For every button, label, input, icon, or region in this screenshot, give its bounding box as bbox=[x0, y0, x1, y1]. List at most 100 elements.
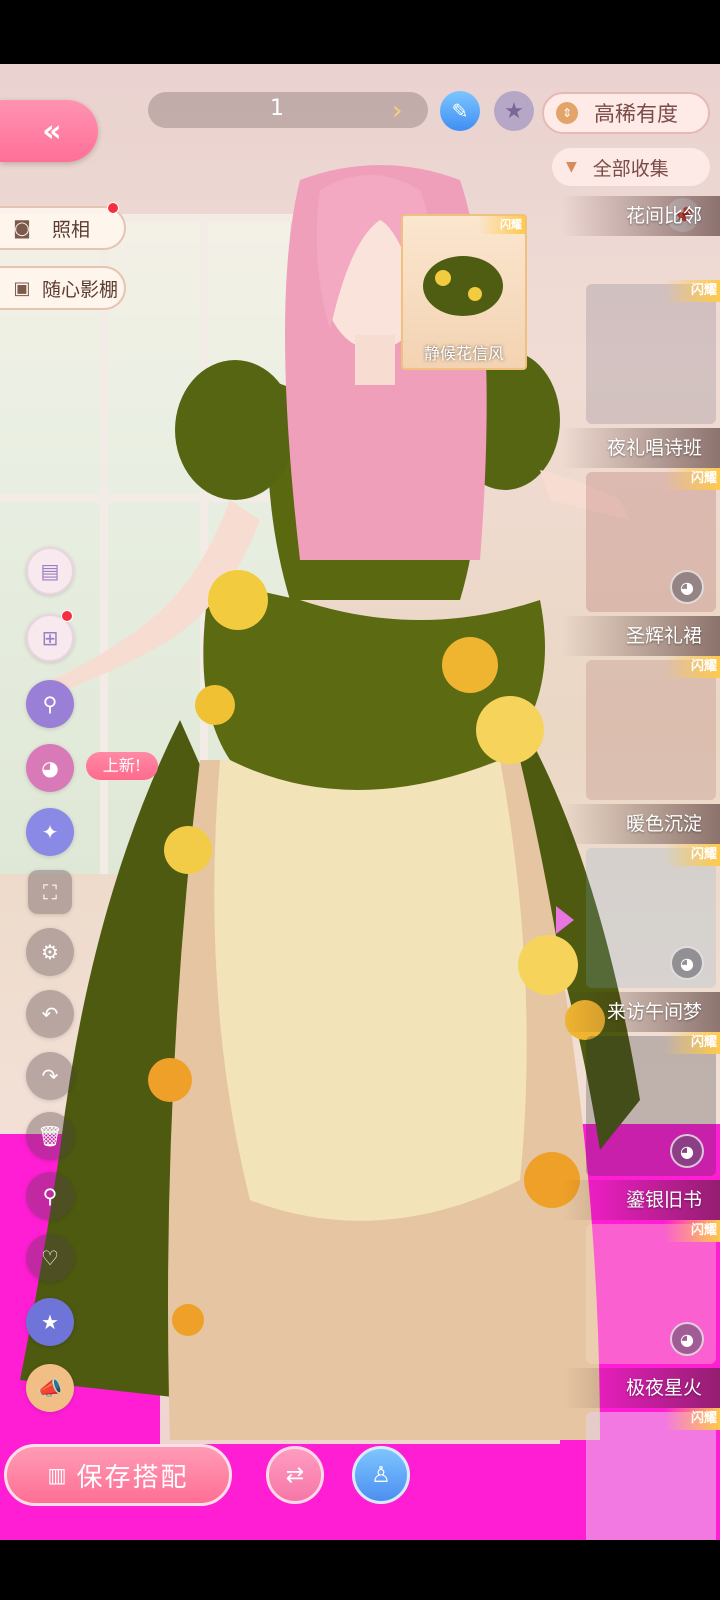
trash-icon: 🗑 bbox=[37, 1124, 63, 1148]
sleeve-left bbox=[175, 360, 295, 500]
undo-button[interactable]: ↶ bbox=[26, 990, 74, 1038]
item-thumb bbox=[586, 1412, 716, 1540]
next-page-arrow[interactable]: › bbox=[392, 96, 402, 126]
list-pointer-icon bbox=[556, 906, 574, 934]
list-item[interactable]: 闪耀 ◕ 来访午间梦 bbox=[562, 844, 720, 1032]
neck bbox=[355, 335, 395, 385]
studio-box-icon: ▣ bbox=[13, 277, 31, 299]
rarity-badge: 闪耀 bbox=[664, 844, 720, 866]
nav-bar bbox=[0, 1540, 720, 1600]
fullscreen-button[interactable]: ⛶ bbox=[28, 870, 72, 914]
dye-button[interactable]: ◕ bbox=[26, 744, 74, 792]
list-item[interactable]: 闪耀 ◕ 圣辉礼裙 bbox=[562, 468, 720, 656]
palette-icon: ◕ bbox=[41, 756, 59, 780]
dye-palette-icon: ◕ bbox=[680, 577, 694, 597]
favorite-star-icon: ★ bbox=[41, 1310, 59, 1334]
search-icon: ⚲ bbox=[42, 1184, 58, 1208]
favorite-filter-button[interactable]: ★ bbox=[494, 91, 534, 131]
search-swap-button[interactable]: ⚲ bbox=[26, 680, 74, 728]
rarity-badge: 闪耀 bbox=[664, 468, 720, 490]
rarity-badge: 闪耀 bbox=[664, 280, 720, 302]
status-bar bbox=[0, 0, 720, 64]
list-item[interactable]: 闪耀 暖色沉淀 bbox=[562, 656, 720, 844]
rarity-badge: 闪耀 bbox=[664, 1032, 720, 1054]
mannequin-icon: ♙ bbox=[371, 1462, 391, 1488]
filter-icon: ▼ bbox=[566, 159, 577, 175]
outfit-list[interactable]: 花间比邻 闪耀 夜礼唱诗班 闪耀 ◕ 圣辉礼裙 闪耀 暖色沉淀 闪耀 ◕ 来访午… bbox=[562, 196, 720, 1540]
item-name: 极夜星火 bbox=[562, 1368, 720, 1408]
list-item[interactable]: 闪耀 ◕ 鎏银旧书 bbox=[562, 1032, 720, 1220]
swap-button[interactable]: ⇄ bbox=[266, 1446, 324, 1504]
item-thumb bbox=[586, 284, 716, 424]
heart-icon: ♡ bbox=[41, 1246, 59, 1270]
wardrobe-icon: ▤ bbox=[40, 559, 60, 583]
rose bbox=[442, 637, 498, 693]
redo-icon: ↷ bbox=[41, 1064, 59, 1088]
rose bbox=[164, 826, 212, 874]
undo-icon: ↶ bbox=[41, 1002, 59, 1026]
item-name: 来访午间梦 bbox=[562, 992, 720, 1032]
back-button[interactable]: « bbox=[0, 100, 98, 162]
gear-icon: ⚙ bbox=[41, 940, 59, 964]
list-item[interactable]: 闪耀 ◕ 极夜星火 bbox=[562, 1220, 720, 1408]
edit-button[interactable]: ✎ bbox=[440, 91, 480, 131]
selected-item-preview[interactable]: 闪耀 静候花信风 bbox=[401, 214, 527, 370]
rose bbox=[476, 696, 544, 764]
announcement-button[interactable]: 📣 bbox=[26, 1364, 74, 1412]
filter-label: 全部收集 bbox=[592, 157, 669, 180]
sort-dropdown[interactable]: ⇕ 高稀有度 bbox=[542, 92, 710, 134]
sort-icon: ⇕ bbox=[556, 102, 578, 124]
sparkle-icon: ✦ bbox=[41, 820, 59, 844]
notification-dot bbox=[61, 610, 73, 622]
item-name: 圣辉礼裙 bbox=[562, 616, 720, 656]
dye-button[interactable]: ◕ bbox=[670, 1134, 704, 1168]
dye-palette-icon: ◕ bbox=[680, 953, 694, 973]
effects-button[interactable]: ✦ bbox=[26, 808, 74, 856]
wardrobe-button[interactable]: ▤ bbox=[26, 547, 74, 595]
list-item[interactable]: 闪耀 bbox=[562, 1408, 720, 1540]
rose bbox=[195, 685, 235, 725]
like-button[interactable]: ♡ bbox=[26, 1234, 74, 1282]
rarity-badge: 闪耀 bbox=[664, 1220, 720, 1242]
dye-button[interactable]: ◕ bbox=[670, 570, 704, 604]
add-layer-icon: ⊞ bbox=[41, 626, 59, 650]
edit-icon: ✎ bbox=[451, 99, 469, 123]
back-icon: « bbox=[42, 113, 62, 149]
list-item[interactable]: 花间比邻 bbox=[562, 196, 720, 236]
fullscreen-icon: ⛶ bbox=[43, 880, 57, 904]
rarity-badge: 闪耀 bbox=[664, 656, 720, 678]
search-swap-icon: ⚲ bbox=[42, 692, 58, 716]
notification-dot bbox=[107, 202, 119, 214]
collection-filter-dropdown[interactable]: ▼ 全部收集 bbox=[552, 148, 710, 186]
rarity-badge: 闪耀 bbox=[664, 1408, 720, 1430]
delete-button[interactable]: 🗑 bbox=[26, 1112, 74, 1160]
rose bbox=[148, 1058, 192, 1102]
settings-button[interactable]: ⚙ bbox=[26, 928, 74, 976]
item-thumb bbox=[586, 660, 716, 800]
dye-palette-icon: ◕ bbox=[680, 1329, 694, 1349]
swap-icon: ⇄ bbox=[285, 1462, 305, 1488]
lace-apron bbox=[214, 760, 527, 1221]
star-icon: ★ bbox=[504, 98, 524, 124]
save-icon: ▥ bbox=[47, 1463, 67, 1487]
mannequin-button[interactable]: ♙ bbox=[352, 1446, 410, 1504]
camera-icon: ◙ bbox=[13, 217, 31, 239]
studio-button[interactable]: ▣ 随心影棚 bbox=[0, 266, 126, 310]
preview-item-name: 静候花信风 bbox=[423, 344, 504, 363]
save-label: 保存搭配 bbox=[76, 1462, 189, 1493]
dye-button[interactable]: ◕ bbox=[670, 946, 704, 980]
dye-palette-icon: ◕ bbox=[680, 1141, 694, 1161]
photo-button[interactable]: ◙ 照相 bbox=[0, 206, 126, 250]
save-outfit-button[interactable]: ▥ 保存搭配 bbox=[4, 1444, 232, 1506]
item-name: 暖色沉淀 bbox=[562, 804, 720, 844]
item-name: 夜礼唱诗班 bbox=[562, 428, 720, 468]
search-button[interactable]: ⚲ bbox=[26, 1172, 74, 1220]
new-tag: 上新! bbox=[86, 752, 158, 780]
megaphone-icon: 📣 bbox=[37, 1376, 63, 1400]
favorite-button[interactable]: ★ bbox=[26, 1298, 74, 1346]
dye-button[interactable]: ◕ bbox=[670, 1322, 704, 1356]
redo-button[interactable]: ↷ bbox=[26, 1052, 74, 1100]
rose bbox=[172, 1304, 204, 1336]
item-name: 鎏银旧书 bbox=[562, 1180, 720, 1220]
list-item[interactable]: 闪耀 夜礼唱诗班 bbox=[562, 280, 720, 468]
